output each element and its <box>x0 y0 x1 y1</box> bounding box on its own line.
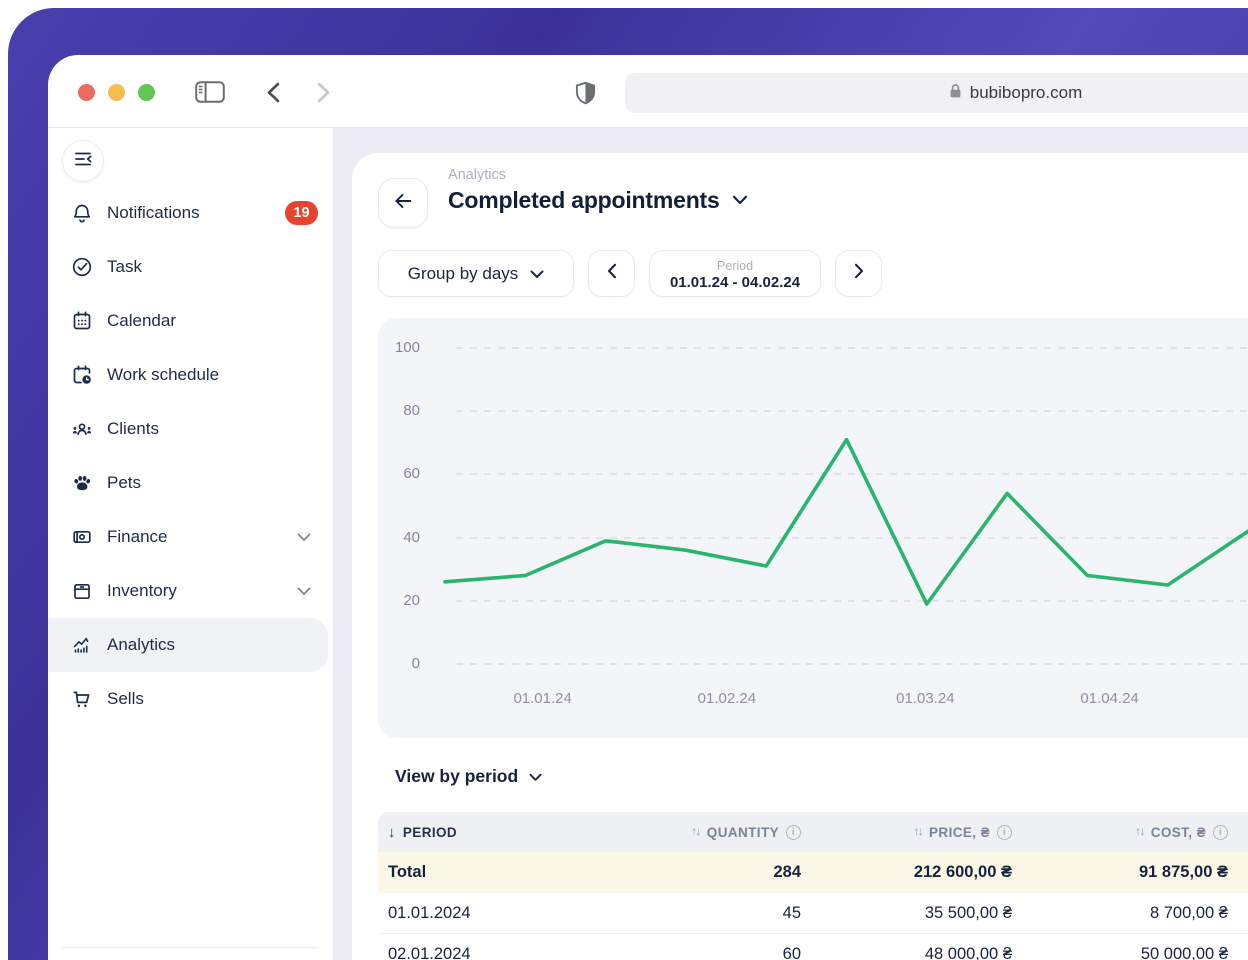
traffic-light-minimize[interactable] <box>108 84 125 101</box>
group-by-dropdown[interactable]: Group by days <box>378 250 574 297</box>
calendar-icon <box>70 309 94 333</box>
breadcrumb: Analytics <box>448 167 506 183</box>
page-title: Completed appointments <box>448 187 720 214</box>
traffic-light-zoom[interactable] <box>138 84 155 101</box>
sidebar-item-label: Calendar <box>107 311 176 331</box>
bell-icon <box>70 201 94 225</box>
sidebar-collapse-button[interactable] <box>62 140 104 182</box>
sidebar-item-label: Work schedule <box>107 365 219 385</box>
cart-icon <box>70 687 94 711</box>
screenshot-stage: bubibopro.com <box>0 0 1248 960</box>
table-row: 02.01.2024 60 48 000,00 ₴ 50 000,00 ₴ <box>378 934 1248 960</box>
column-header-price[interactable]: ↑↓ PRICE, ₴ i <box>821 825 1032 840</box>
chevron-left-icon <box>607 263 617 284</box>
column-header-quantity[interactable]: ↑↓ QUANTITY i <box>607 825 821 840</box>
finance-icon <box>70 525 94 549</box>
back-icon[interactable] <box>265 82 281 108</box>
sidebar-item-sells[interactable]: Sells <box>48 672 333 726</box>
period-value: 01.01.24 - 04.02.24 <box>670 274 800 291</box>
lock-icon <box>948 83 963 104</box>
sidebar-item-notifications[interactable]: Notifications 19 <box>48 186 333 240</box>
chevron-down-icon <box>297 587 311 596</box>
sidebar-item-work-schedule[interactable]: Work schedule <box>48 348 333 402</box>
sidebar-item-finance[interactable]: Finance <box>48 510 333 564</box>
notifications-badge: 19 <box>285 201 318 225</box>
sidebar-item-label: Finance <box>107 527 167 547</box>
sidebar-bottom-divider <box>62 947 318 948</box>
sidebar-item-label: Pets <box>107 473 141 493</box>
back-arrow-icon <box>392 190 414 217</box>
chevron-down-icon <box>530 264 544 284</box>
view-by-label: View by period <box>395 766 518 787</box>
clients-icon <box>70 417 94 441</box>
period-label: Period <box>717 259 753 273</box>
chevron-right-icon <box>854 263 864 284</box>
sidebar-item-label: Inventory <box>107 581 177 601</box>
period-prev-button[interactable] <box>588 250 635 297</box>
group-by-label: Group by days <box>408 264 519 284</box>
table-header-row: ↓ PERIOD ↑↓ QUANTITY i ↑↓ PRICE, ₴ i ↑↓ … <box>378 812 1248 852</box>
sidebar-item-label: Task <box>107 257 142 277</box>
line-chart: 10080604020001.01.2401.02.2401.03.2401.0… <box>378 318 1248 738</box>
sidebar-toggle-icon[interactable] <box>195 81 225 108</box>
sort-arrows-icon: ↑↓ <box>691 826 700 838</box>
shield-icon[interactable] <box>573 81 598 110</box>
address-bar[interactable]: bubibopro.com <box>625 73 1248 113</box>
column-header-cost[interactable]: ↑↓ COST, ₴ i <box>1032 825 1248 840</box>
info-icon[interactable]: i <box>786 825 801 840</box>
sidebar-item-pets[interactable]: Pets <box>48 456 333 510</box>
column-header-period[interactable]: ↓ PERIOD <box>378 824 607 841</box>
forward-icon[interactable] <box>316 82 332 108</box>
calendar-clock-icon <box>70 363 94 387</box>
chart-line-svg <box>378 318 1248 738</box>
table-row: 01.01.2024 45 35 500,00 ₴ 8 700,00 ₴ <box>378 893 1248 934</box>
info-icon[interactable]: i <box>997 825 1012 840</box>
traffic-light-close[interactable] <box>78 84 95 101</box>
sidebar-item-label: Notifications <box>107 203 200 223</box>
table-total-row: Total 284 212 600,00 ₴ 91 875,00 ₴ <box>378 852 1248 893</box>
title-chevron-down-icon[interactable] <box>732 192 748 210</box>
sidebar-item-task[interactable]: Task <box>48 240 333 294</box>
sort-arrows-icon: ↑↓ <box>1135 826 1144 838</box>
sidebar-nav: Notifications 19 Task <box>48 186 333 726</box>
check-circle-icon <box>70 255 94 279</box>
sidebar-item-calendar[interactable]: Calendar <box>48 294 333 348</box>
back-button[interactable] <box>378 178 428 228</box>
paw-icon <box>70 471 94 495</box>
analytics-icon <box>70 633 94 657</box>
sidebar-item-clients[interactable]: Clients <box>48 402 333 456</box>
sidebar-item-label: Clients <box>107 419 159 439</box>
sort-arrow-down-icon: ↓ <box>388 824 396 841</box>
sidebar-item-label: Analytics <box>107 635 175 655</box>
period-next-button[interactable] <box>835 250 882 297</box>
sidebar-item-analytics[interactable]: Analytics <box>48 618 328 672</box>
sidebar-item-label: Sells <box>107 689 144 709</box>
info-icon[interactable]: i <box>1213 825 1228 840</box>
url-text: bubibopro.com <box>970 83 1082 103</box>
app-sidebar: Notifications 19 Task <box>48 128 334 960</box>
chevron-down-icon <box>297 533 311 542</box>
sidebar-item-inventory[interactable]: Inventory <box>48 564 333 618</box>
period-table: ↓ PERIOD ↑↓ QUANTITY i ↑↓ PRICE, ₴ i ↑↓ … <box>378 812 1248 960</box>
collapse-menu-icon <box>75 152 92 171</box>
sort-arrows-icon: ↑↓ <box>914 826 923 838</box>
period-selector[interactable]: Period 01.01.24 - 04.02.24 <box>649 250 821 297</box>
inventory-icon <box>70 579 94 603</box>
view-by-dropdown[interactable]: View by period <box>395 766 542 787</box>
chevron-down-icon <box>529 766 542 787</box>
